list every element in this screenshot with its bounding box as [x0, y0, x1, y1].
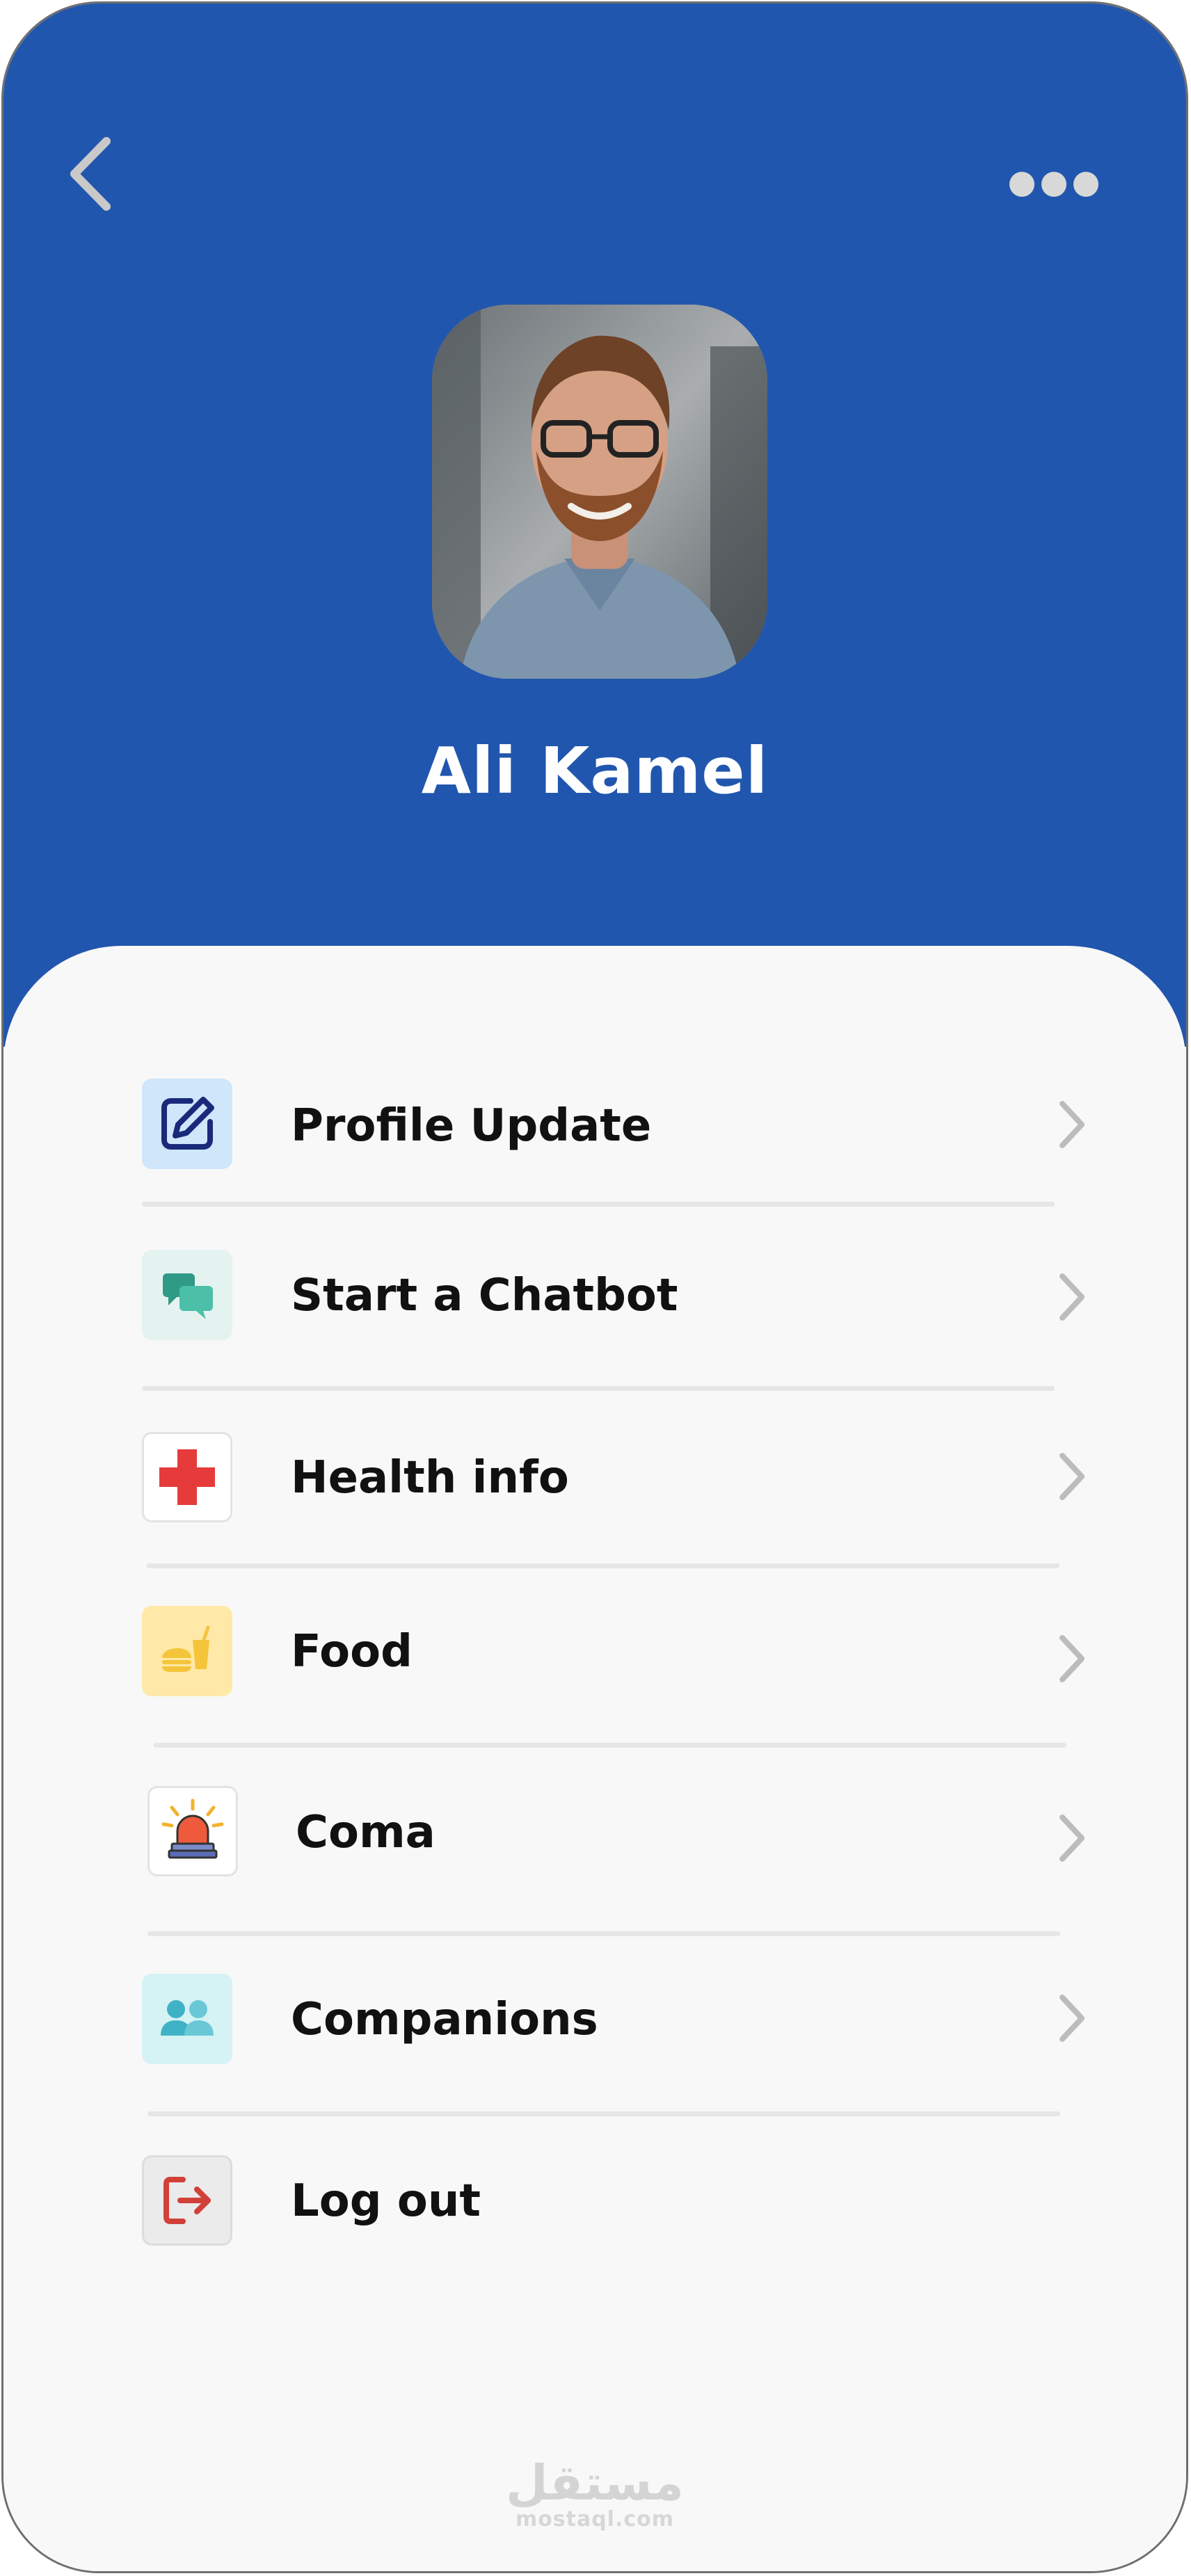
- watermark-arabic: مستقل: [505, 2454, 684, 2511]
- menu-item-start-chatbot[interactable]: Start a Chatbot: [3, 1226, 1186, 1365]
- chevron-right-icon: [1060, 1814, 1085, 1862]
- menu-item-label: Companions: [291, 1994, 598, 2045]
- menu-item-label: Start a Chatbot: [291, 1270, 678, 1321]
- phone-frame: Ali Kamel Profile Update Start a Chatbot…: [1, 1, 1188, 2573]
- divider: [147, 1931, 1060, 1936]
- chevron-left-icon: [70, 137, 111, 211]
- divider: [154, 1743, 1066, 1748]
- menu-item-log-out[interactable]: Log out: [3, 2132, 1186, 2271]
- siren-icon: [147, 1786, 238, 1876]
- people-icon: [142, 1974, 232, 2064]
- divider: [147, 1563, 1060, 1568]
- watermark: مستقل mostaql.com: [3, 2458, 1186, 2531]
- menu-item-food[interactable]: Food: [3, 1582, 1186, 1721]
- menu-item-companions[interactable]: Companions: [3, 1950, 1186, 2089]
- avatar[interactable]: [432, 305, 767, 679]
- logout-icon: [142, 2155, 232, 2246]
- menu-item-label: Food: [291, 1626, 413, 1677]
- chevron-right-icon: [1060, 1101, 1085, 1148]
- menu-item-health-info[interactable]: Health info: [3, 1408, 1186, 1547]
- burger-drink-icon: [142, 1606, 232, 1696]
- menu-item-coma[interactable]: Coma: [3, 1763, 1186, 1902]
- watermark-latin: mostaql.com: [515, 2507, 675, 2531]
- chat-bubbles-icon: [142, 1250, 232, 1340]
- menu-item-label: Coma: [296, 1807, 435, 1858]
- divider: [142, 1202, 1055, 1207]
- back-button[interactable]: [65, 136, 120, 212]
- profile-header: Ali Kamel: [3, 3, 1186, 1047]
- more-horizontal-icon: [1009, 172, 1098, 197]
- user-name: Ali Kamel: [421, 734, 769, 808]
- menu-item-label: Log out: [291, 2175, 481, 2227]
- edit-icon: [142, 1079, 232, 1169]
- chevron-right-icon: [1060, 1995, 1085, 2042]
- medical-cross-icon: [142, 1432, 232, 1522]
- menu-item-profile-update[interactable]: Profile Update: [3, 1055, 1186, 1194]
- menu-item-label: Profile Update: [291, 1100, 652, 1152]
- chevron-right-icon: [1060, 1453, 1085, 1500]
- profile-photo: [432, 305, 767, 679]
- divider: [147, 2111, 1060, 2116]
- menu-item-label: Health info: [291, 1452, 569, 1504]
- divider: [142, 1386, 1055, 1391]
- chevron-right-icon: [1060, 1273, 1085, 1321]
- menu-sheet: Profile Update Start a Chatbot Health in…: [3, 946, 1186, 2571]
- chevron-right-icon: [1060, 1635, 1085, 1682]
- more-options-button[interactable]: [1005, 163, 1103, 205]
